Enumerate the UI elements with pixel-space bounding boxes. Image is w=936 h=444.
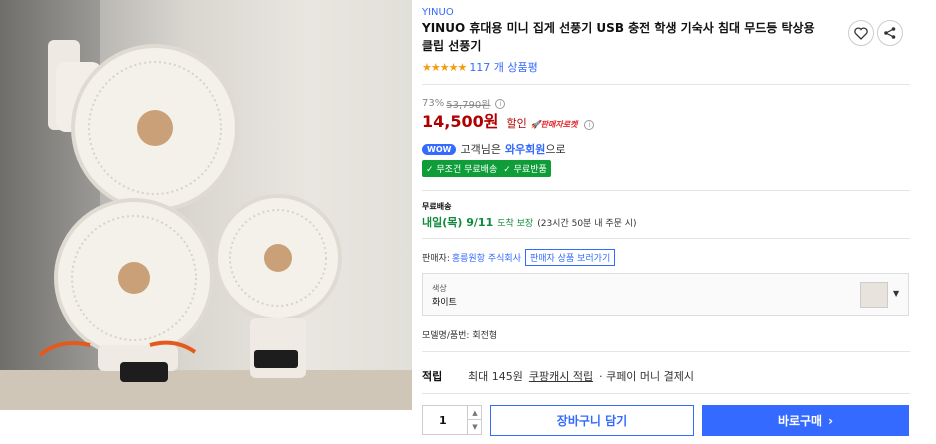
cashback-heading: 적립 [422,370,443,383]
seller-row: 판매자: 홍릉원항 주식회사 판매자 상품 보러가기 [422,249,616,266]
delivery-guarantee: 도착 보장 [497,219,534,229]
fan-bottom-left [38,198,214,382]
free-shipping-badge: ✓ 무조건 무료배송 ✓ 무료반품 [422,160,551,177]
discount-label: 할인 [506,117,527,130]
buy-now-button[interactable]: 바로구매 › [702,405,909,436]
cashback-amount: 최대 145원 [468,370,523,383]
quantity-stepper[interactable]: 1 ▲ ▼ [422,405,482,435]
product-title: YINUO 휴대용 미니 집게 선풍기 USB 충전 학생 기숙사 침대 무드등… [422,21,815,53]
review-count-link[interactable]: 117 개 상품평 [469,59,537,75]
heart-icon [854,26,868,40]
wishlist-button[interactable] [848,20,874,46]
option-value: 화이트 [432,298,457,308]
badge-free-return: ✓ 무료반품 [503,165,547,175]
shipping-badges: ✓ 무조건 무료배송 ✓ 무료반품 [422,160,551,177]
delivery-date: 내일(목) 9/11 [422,216,494,229]
divider [422,84,910,85]
chevron-down-icon: ▼ [893,289,900,298]
product-image[interactable] [0,0,412,410]
wow-highlight: 와우회원 [504,143,546,156]
share-icon [884,27,896,39]
cart-button-label: 장바구니 담기 [556,414,628,428]
fan-illustration [38,40,342,382]
color-option-select[interactable]: 색상 화이트 ▼ [422,273,909,316]
add-to-cart-button[interactable]: 장바구니 담기 [490,405,694,436]
chevron-right-icon: › [828,413,834,428]
option-label: 색상 [432,284,447,293]
cashback-row: 적립 최대 145원 쿠팡캐시 적립 · 쿠페이 머니 결제시 [422,368,694,384]
cashback-suffix: · 쿠페이 머니 결제시 [599,370,695,383]
seller-products-link[interactable]: 판매자 상품 보러가기 [524,249,616,266]
rating-stars: ★★★★★ [422,60,467,74]
buy-button-label: 바로구매 [777,414,823,428]
info-icon[interactable]: i [584,120,595,130]
wow-text-prefix: 고객님은 [460,143,501,156]
badge-free-shipping: ✓ 무조건 무료배송 [426,165,498,175]
fan-top [48,40,239,212]
option-thumbnail [860,282,888,308]
quantity-input[interactable]: 1 [439,414,447,427]
model-number: 모델명/품번: 회전형 [422,331,498,341]
rating-row[interactable]: ★★★★★ 117 개 상품평 [422,59,538,75]
chevron-down-icon[interactable]: ▼ [467,420,482,434]
coupang-cash-link[interactable]: 쿠팡캐시 적립 [529,368,593,384]
delivery-title: 무료배송 [422,202,452,211]
fan-bottom-right [214,194,342,378]
seller-label: 판매자: [422,254,450,264]
wow-member-row: WOW 고객님은 와우회원으로 [422,141,566,157]
divider [422,238,910,239]
seller-rocket-badge: 🚀판매자로켓 [530,120,578,129]
sale-price-row: 14,500원 할인 🚀판매자로켓 i [422,108,595,132]
share-button[interactable] [877,20,903,46]
divider [422,393,910,394]
delivery-cutoff: (23시간 50분 내 주문 시) [537,219,637,229]
seller-name-link[interactable]: 홍릉원항 주식회사 [452,251,521,264]
brand-link[interactable]: YINUO [422,7,454,18]
divider [422,190,910,191]
product-info-panel: YINUO YINUO 휴대용 미니 집게 선풍기 USB 충전 학생 기숙사 … [422,0,910,444]
info-icon[interactable]: i [495,98,506,109]
chevron-up-icon[interactable]: ▲ [467,406,482,420]
divider [422,351,910,352]
wow-text-suffix: 으로 [545,143,566,156]
wow-badge: WOW [422,143,457,155]
sale-price: 14,500원 [422,112,499,131]
delivery-row: 내일(목) 9/11 도착 보장 (23시간 50분 내 주문 시) [422,214,637,230]
